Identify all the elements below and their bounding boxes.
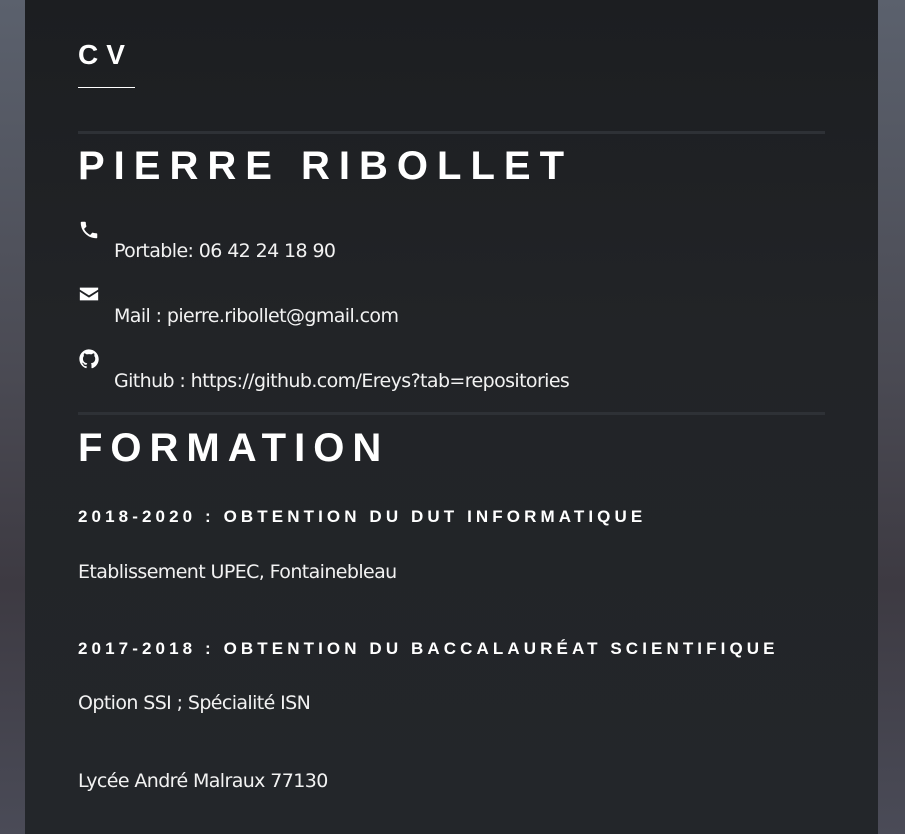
formation-entry-text: Lycée André Malraux 77130 [78,770,328,792]
cv-panel: CV PIERRE RIBOLLET Portable: 06 42 24 18… [25,0,878,834]
phone-icon [78,219,100,241]
github-icon [78,348,100,370]
mail-text[interactable]: Mail : pierre.ribollet@gmail.com [114,304,399,328]
formation-entry-title: 2017-2018 : OBTENTION DU BACCALAURÉAT SC… [78,639,779,658]
formation-entry-text: Option SSI ; Spécialité ISN [78,692,311,714]
formation-entry-text: Etablissement UPEC, Fontainebleau [78,561,397,583]
person-name: PIERRE RIBOLLET [78,144,574,188]
divider [78,412,825,415]
divider [78,131,825,134]
title-underline [78,87,135,88]
formation-entry-title: 2018-2020 : OBTENTION DU DUT INFORMATIQU… [78,507,647,526]
page-title: CV [78,39,133,70]
formation-heading: FORMATION [78,426,390,470]
github-link[interactable]: Github : https://github.com/Ereys?tab=re… [114,369,570,393]
phone-text: Portable: 06 42 24 18 90 [114,240,336,262]
envelope-icon [78,283,100,305]
